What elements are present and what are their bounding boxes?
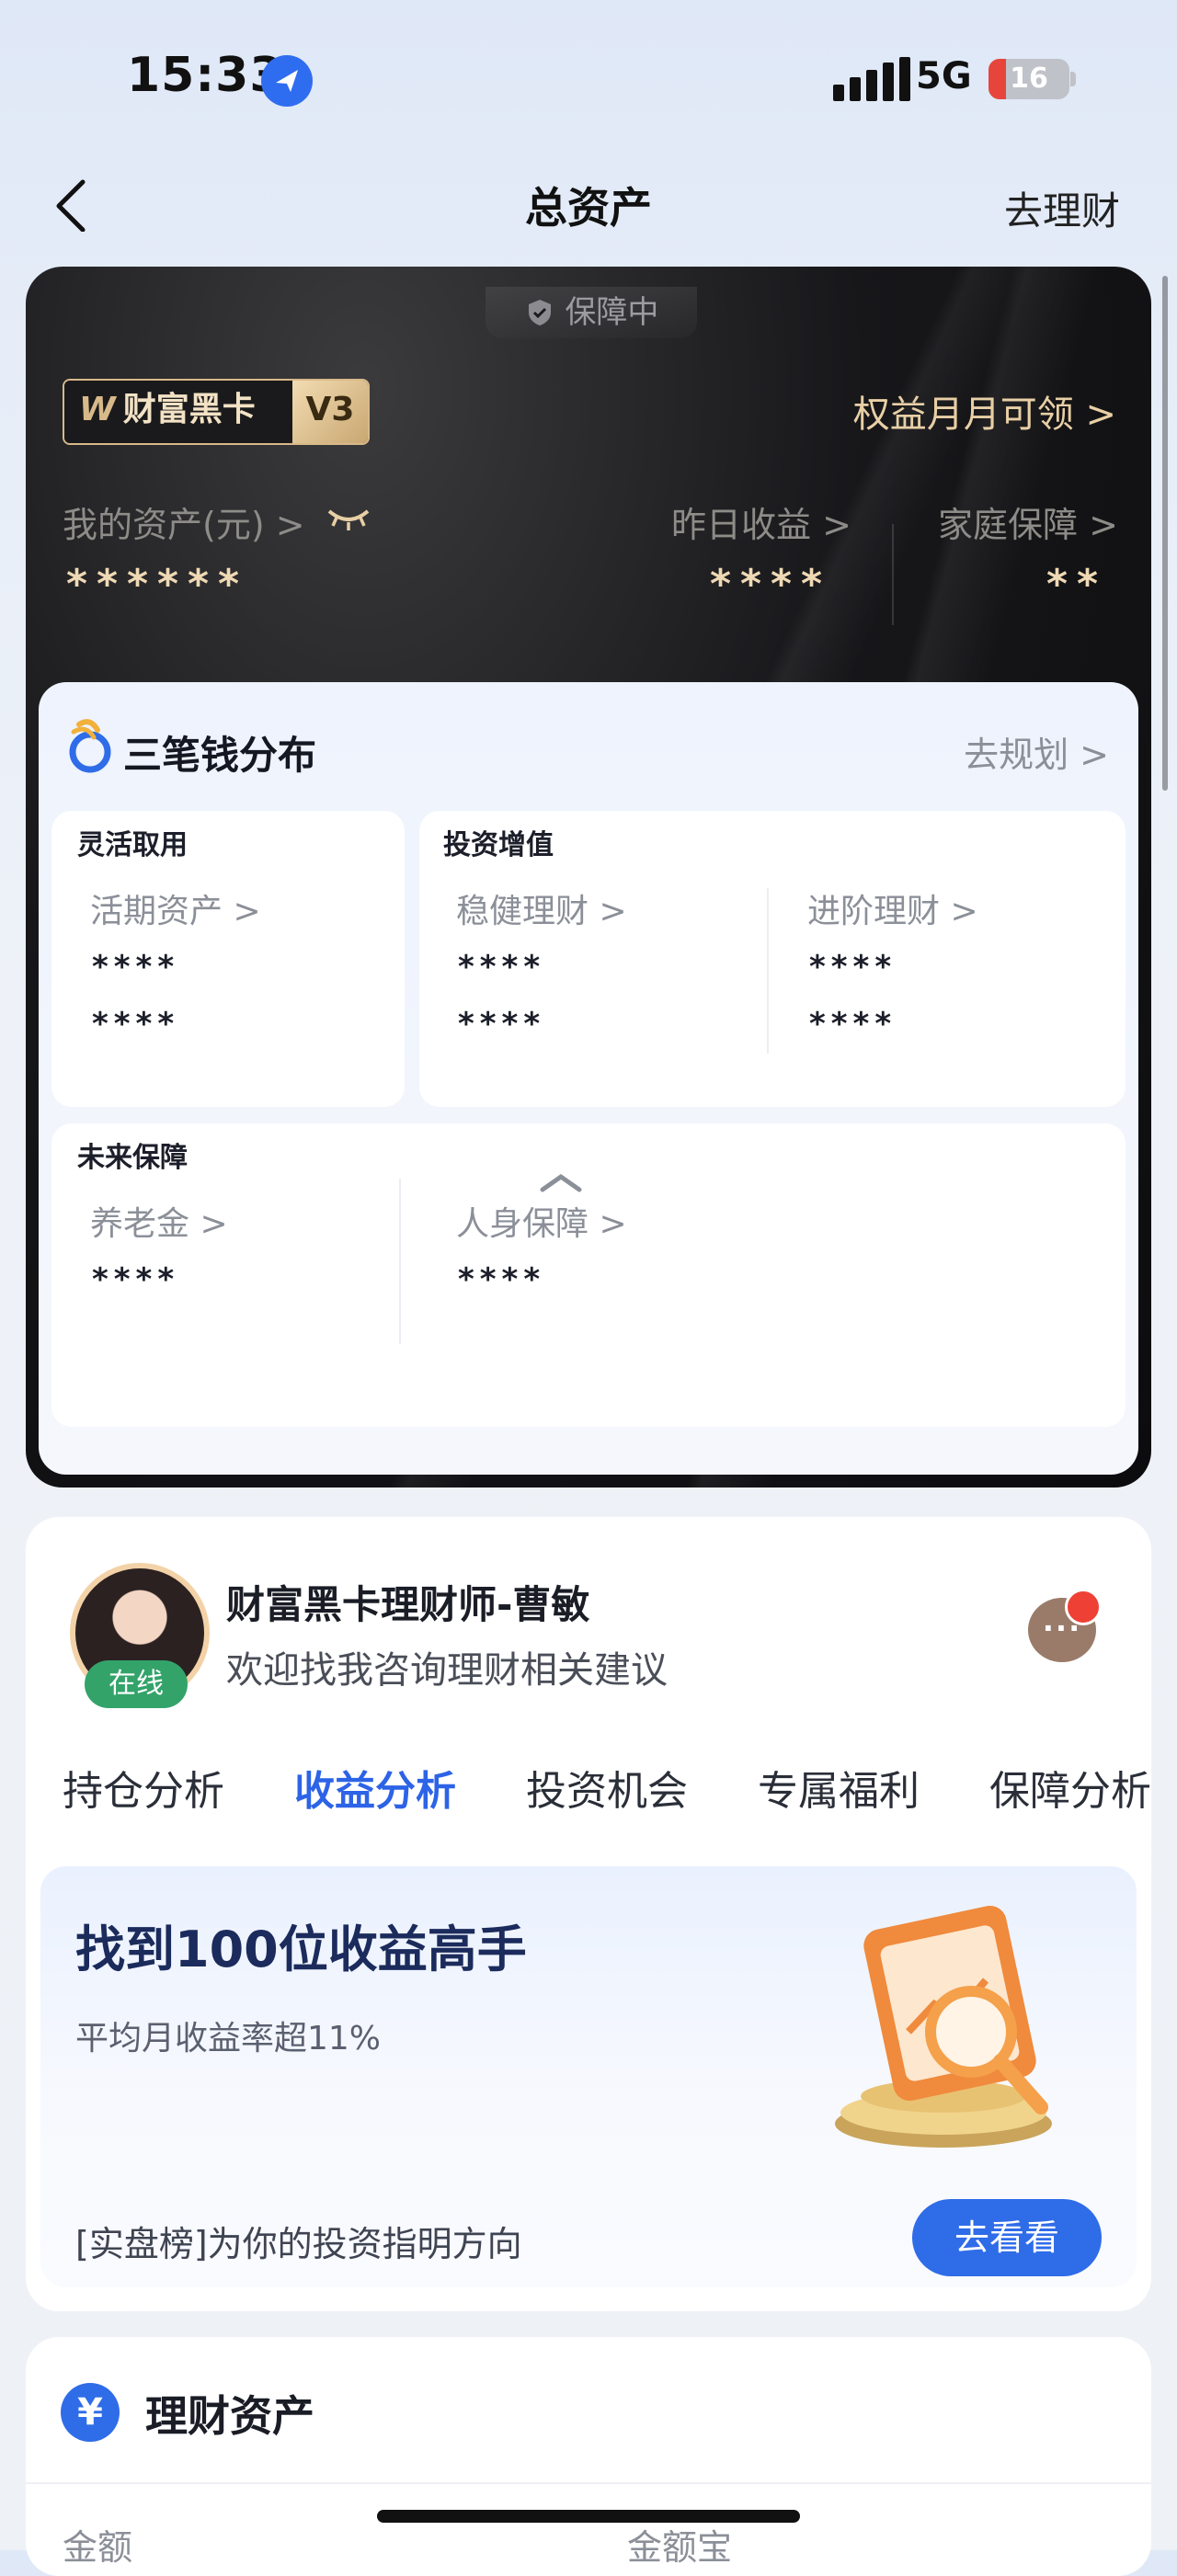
w-logo-icon: W	[79, 391, 116, 428]
wealth-black-card-badge[interactable]: W 财富黑卡 V3	[63, 379, 370, 445]
pension-label[interactable]: 养老金 >	[90, 1197, 228, 1245]
investment-section[interactable]: 投资增值 稳健理财 > **** **** 进阶理财 > **** ****	[419, 811, 1126, 1107]
cellular-signal-icon	[833, 57, 910, 101]
divider	[26, 2482, 1151, 2484]
yen-icon: ¥	[61, 2383, 120, 2442]
advanced-finance-value-1: ****	[809, 949, 897, 986]
battery-tip	[1070, 72, 1076, 86]
future-protection-section[interactable]: 未来保障 养老金 > **** 人身保障 > ****	[51, 1123, 1126, 1427]
battery-level: 16	[1010, 63, 1048, 95]
go-finance-link[interactable]: 去理财	[1004, 180, 1120, 236]
current-assets-label[interactable]: 活期资产 >	[90, 884, 261, 932]
analysis-tabs: 持仓分析 收益分析 投资机会 专属福利 保障分析	[63, 1758, 1151, 1831]
rights-link[interactable]: 权益月月可领 >	[853, 384, 1116, 438]
advisor-subtitle: 欢迎找我咨询理财相关建议	[226, 1649, 668, 1692]
divider	[767, 888, 769, 1054]
promo-footer-text: [实盘榜]为你的投资指明方向	[75, 2224, 522, 2264]
distribution-panel: 三笔钱分布 去规划 > 灵活取用 活期资产 > **** **** 投资增值 稳…	[39, 682, 1138, 1475]
online-badge: 在线	[85, 1660, 188, 1708]
ranking-trophy-illustration	[824, 1894, 1100, 2173]
badge-level: V3	[292, 381, 368, 443]
badge-label: 财富黑卡	[122, 391, 256, 428]
personal-protection-value: ****	[458, 1261, 546, 1298]
promo-title: 找到100位收益高手	[75, 1921, 527, 1978]
amount-treasure-column: 金额宝	[627, 2527, 733, 2568]
finance-assets-card	[26, 2337, 1151, 2576]
location-arrow-icon	[261, 55, 313, 107]
tab-holdings-analysis[interactable]: 持仓分析	[63, 1758, 224, 1817]
divider	[892, 524, 894, 625]
yesterday-income-value: ****	[710, 561, 832, 608]
advanced-finance-label[interactable]: 进阶理财 >	[807, 884, 978, 932]
yesterday-income-label[interactable]: 昨日收益 >	[671, 496, 851, 547]
page-title: 总资产	[525, 183, 652, 233]
tab-exclusive-benefits[interactable]: 专属福利	[758, 1758, 920, 1817]
tab-investment-opportunity[interactable]: 投资机会	[526, 1758, 688, 1817]
protection-status: 保障中	[486, 287, 697, 338]
stable-finance-value-1: ****	[458, 949, 546, 986]
flexible-section[interactable]: 灵活取用 活期资产 > **** ****	[51, 811, 405, 1107]
go-see-button[interactable]: 去看看	[912, 2199, 1102, 2276]
current-assets-value-1: ****	[92, 949, 180, 986]
finance-assets-title: 理财资产	[145, 2391, 314, 2441]
my-assets-label[interactable]: 我的资产(元) >	[63, 496, 305, 547]
amount-column: 金额	[63, 2527, 133, 2568]
distribution-title: 三笔钱分布	[123, 733, 317, 778]
stable-finance-value-2: ****	[458, 1006, 546, 1043]
advisor-name: 财富黑卡理财师-曹敏	[226, 1582, 590, 1627]
notification-dot	[1065, 1589, 1102, 1625]
network-type: 5G	[916, 55, 972, 97]
chat-bubble-icon[interactable]: ···	[1028, 1589, 1102, 1662]
advanced-finance-value-2: ****	[809, 1006, 897, 1043]
investment-title: 投资增值	[443, 829, 554, 861]
my-assets-value: ******	[66, 561, 249, 608]
stable-finance-label[interactable]: 稳健理财 >	[456, 884, 627, 932]
family-protection-value: **	[1046, 561, 1108, 608]
future-title: 未来保障	[77, 1142, 188, 1174]
plan-link[interactable]: 去规划 >	[964, 726, 1109, 777]
pension-value: ****	[92, 1261, 180, 1298]
family-protection-label[interactable]: 家庭保障 >	[938, 496, 1118, 547]
home-indicator[interactable]	[377, 2510, 800, 2523]
battery-icon: 16	[988, 59, 1069, 99]
eye-closed-icon[interactable]	[326, 504, 371, 535]
shield-icon	[524, 294, 566, 331]
collapse-chevron-up-icon[interactable]	[533, 1168, 588, 1195]
tab-protection-analysis[interactable]: 保障分析	[989, 1758, 1151, 1817]
tab-income-analysis[interactable]: 收益分析	[294, 1758, 456, 1817]
promo-subtitle: 平均月收益率超11%	[75, 2020, 382, 2057]
scrollbar[interactable]	[1162, 276, 1168, 791]
current-assets-value-2: ****	[92, 1006, 180, 1043]
status-time: 15:33	[127, 48, 284, 103]
three-money-logo-icon	[66, 715, 114, 778]
personal-protection-label[interactable]: 人身保障 >	[456, 1197, 627, 1245]
black-card: 保障中 W 财富黑卡 V3 权益月月可领 > 我的资产(元) > ****** 昨…	[26, 267, 1151, 1487]
flexible-title: 灵活取用	[77, 829, 188, 861]
protection-label: 保障中	[565, 294, 659, 331]
divider	[399, 1179, 401, 1344]
